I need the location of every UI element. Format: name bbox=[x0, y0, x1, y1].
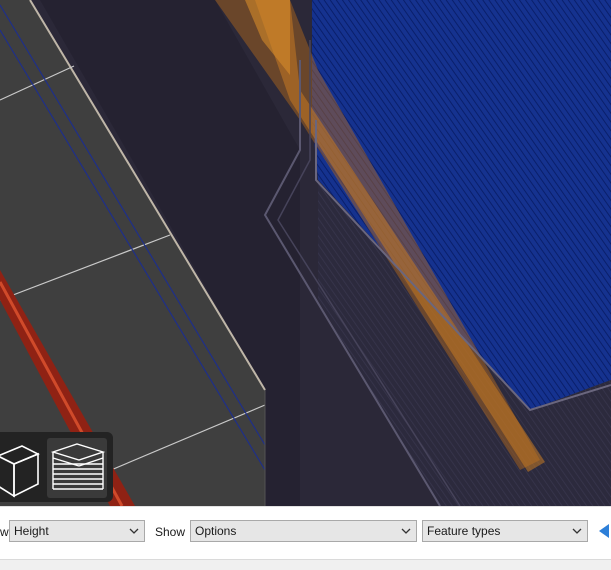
view-toolbar bbox=[0, 432, 113, 502]
status-bar bbox=[0, 559, 611, 570]
preview-bottom-bar: w Height Show Options Feature types bbox=[0, 506, 611, 559]
feature-types-value: Feature types bbox=[427, 524, 501, 538]
show-options-value: Options bbox=[195, 524, 237, 538]
view-type-value: Height bbox=[14, 524, 49, 538]
preview-scene bbox=[0, 0, 611, 506]
3d-preview-canvas[interactable] bbox=[0, 0, 611, 506]
show-options-select[interactable]: Options bbox=[190, 520, 417, 542]
layer-stack-icon bbox=[47, 438, 107, 498]
chevron-down-icon bbox=[129, 528, 139, 534]
layers-view-button[interactable] bbox=[47, 438, 107, 498]
feature-types-select[interactable]: Feature types bbox=[422, 520, 588, 542]
iso-cube-icon bbox=[0, 445, 40, 498]
view-type-select[interactable]: Height bbox=[9, 520, 145, 542]
arrow-left-icon[interactable] bbox=[597, 523, 611, 539]
view-type-label: w bbox=[0, 525, 9, 539]
iso-view-button[interactable] bbox=[0, 438, 44, 498]
chevron-down-icon bbox=[401, 528, 411, 534]
chevron-down-icon bbox=[572, 528, 582, 534]
show-label: Show bbox=[155, 525, 186, 539]
